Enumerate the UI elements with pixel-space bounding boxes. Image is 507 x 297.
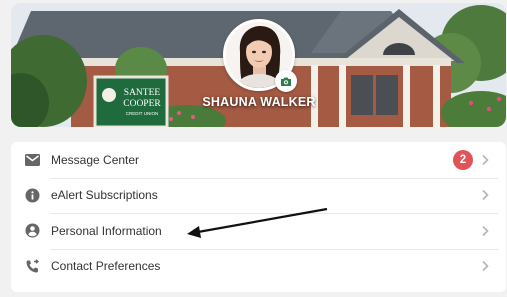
menu-item-label: Contact Preferences <box>51 259 161 274</box>
mail-icon <box>24 152 40 168</box>
chevron-right-icon <box>482 261 489 272</box>
account-menu: Message Center 2 eAlert Subscriptions Pe… <box>11 142 506 292</box>
menu-item-ealert-subscriptions[interactable]: eAlert Subscriptions <box>11 177 506 214</box>
menu-item-label: Message Center <box>51 152 140 167</box>
unread-count-badge: 2 <box>453 149 473 170</box>
sign-line-3: CREDIT UNION <box>126 111 158 116</box>
camera-icon <box>281 77 291 86</box>
menu-item-contact-preferences[interactable]: Contact Preferences <box>11 248 506 285</box>
chevron-right-icon <box>482 225 489 236</box>
menu-item-message-center[interactable]: Message Center 2 <box>11 142 506 178</box>
sign-line-1: SANTEE <box>124 88 161 98</box>
profile-photo-container <box>223 19 297 92</box>
change-photo-button[interactable] <box>275 70 297 92</box>
menu-item-label: Personal Information <box>51 223 162 238</box>
menu-item-personal-information[interactable]: Personal Information <box>11 213 506 249</box>
user-name: SHAUNA WALKER <box>202 95 316 109</box>
info-icon <box>24 187 40 203</box>
phone-forward-icon <box>24 258 40 274</box>
menu-item-label: eAlert Subscriptions <box>51 188 158 203</box>
sign-line-2: COOPER <box>123 99 161 109</box>
chevron-right-icon <box>482 190 489 201</box>
profile-page: SANTEE COOPER CREDIT UNION SHAUNA WALKER… <box>0 0 507 297</box>
profile-header-banner: SANTEE COOPER CREDIT UNION SHAUNA WALKER <box>11 3 506 127</box>
account-circle-icon <box>24 223 40 239</box>
chevron-right-icon <box>482 154 489 165</box>
